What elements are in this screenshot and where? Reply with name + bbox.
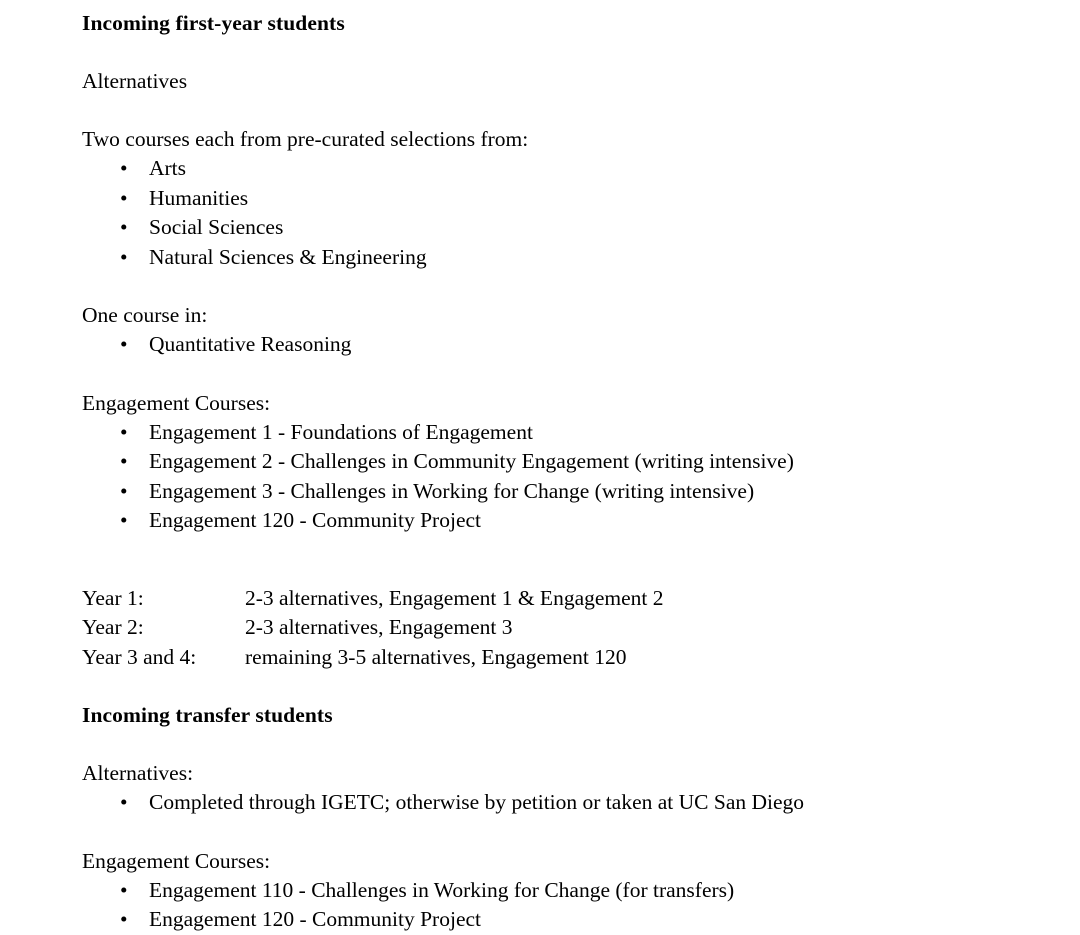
year-value: 2-3 alternatives, Engagement 1 & Engagem… — [245, 585, 664, 610]
year-value: remaining 3-5 alternatives, Engagement 1… — [245, 644, 627, 669]
list-quantitative-reasoning: • Quantitative Reasoning — [82, 330, 1040, 360]
bullet-icon: • — [120, 332, 128, 356]
list-item-label: Humanities — [149, 185, 249, 210]
year-plan-row: Year 3 and 4: remaining 3-5 alternatives,… — [82, 643, 1040, 673]
list-curated-areas: • Arts • Humanities • Social Sciences • … — [82, 154, 1040, 272]
paragraph-two-courses-intro: Two courses each from pre-curated select… — [82, 127, 529, 151]
paragraph-engagement-courses-label-transfer: Engagement Courses: — [82, 848, 271, 873]
list-item-label: Engagement 1 - Foundations of Engagement — [149, 419, 533, 444]
year-label: Year 1: — [82, 585, 144, 610]
paragraph-alternatives-label-transfer: Alternatives: — [82, 761, 194, 785]
list-item: • Quantitative Reasoning — [82, 330, 1040, 360]
bullet-icon: • — [120, 877, 128, 902]
year-label: Year 2: — [82, 615, 144, 639]
document-page: Incoming first-year students Alternative… — [0, 0, 1080, 931]
bullet-icon: • — [120, 907, 128, 931]
list-item: • Engagement 2 - Challenges in Community… — [82, 447, 1040, 477]
bullet-icon: • — [120, 419, 128, 444]
bullet-icon: • — [120, 478, 128, 503]
list-item: • Engagement 120 - Community Project — [82, 506, 1040, 536]
list-item-label: Engagement 3 - Challenges in Working for… — [149, 478, 755, 503]
list-item-label: Social Sciences — [149, 215, 284, 239]
bullet-icon: • — [120, 790, 128, 814]
list-item-label: Engagement 120 - Community Project — [149, 508, 482, 532]
list-item: • Completed through IGETC; otherwise by … — [82, 788, 1040, 818]
list-item-label: Natural Sciences & Engineering — [149, 244, 427, 269]
list-item: • Social Sciences — [82, 213, 1040, 243]
list-item: • Engagement 3 - Challenges in Working f… — [82, 477, 1040, 507]
paragraph-one-course-label: One course in: — [82, 303, 208, 327]
list-item-label: Engagement 2 - Challenges in Community E… — [149, 449, 794, 473]
list-item-label: Engagement 110 - Challenges in Working f… — [149, 877, 735, 902]
list-item: • Engagement 1 - Foundations of Engageme… — [82, 418, 1040, 448]
list-item-label: Arts — [149, 156, 187, 180]
list-item-label: Quantitative Reasoning — [149, 332, 352, 356]
year-label: Year 3 and 4: — [82, 644, 197, 669]
year-plan-table: Year 1: 2-3 alternatives, Engagement 1 & … — [82, 584, 1040, 673]
paragraph-engagement-courses-label: Engagement Courses: — [82, 390, 271, 415]
year-plan-row: Year 1: 2-3 alternatives, Engagement 1 & … — [82, 584, 1040, 614]
bullet-icon: • — [120, 185, 128, 210]
list-item-label: Engagement 120 - Community Project — [149, 907, 482, 931]
bullet-icon: • — [120, 244, 128, 269]
bullet-icon: • — [120, 508, 128, 532]
list-item: • Humanities — [82, 184, 1040, 214]
list-engagement-courses-first-year: • Engagement 1 - Foundations of Engageme… — [82, 418, 1040, 536]
list-alternatives-transfer: • Completed through IGETC; otherwise by … — [82, 788, 1040, 818]
document-body: Incoming first-year students Alternative… — [0, 0, 1080, 935]
year-plan-row: Year 2: 2-3 alternatives, Engagement 3 — [82, 613, 1040, 643]
list-item: • Natural Sciences & Engineering — [82, 243, 1040, 273]
section-heading-first-year: Incoming first-year students — [82, 11, 345, 35]
list-item: • Arts — [82, 154, 1040, 184]
list-item: • Engagement 110 - Challenges in Working… — [82, 876, 1040, 906]
year-value: 2-3 alternatives, Engagement 3 — [245, 615, 513, 639]
bullet-icon: • — [120, 156, 128, 180]
subheading-alternatives: Alternatives — [82, 69, 188, 93]
bullet-icon: • — [120, 449, 128, 473]
bullet-icon: • — [120, 215, 128, 239]
section-heading-transfer: Incoming transfer students — [82, 703, 333, 727]
list-engagement-courses-transfer: • Engagement 110 - Challenges in Working… — [82, 876, 1040, 935]
list-item: • Engagement 120 - Community Project — [82, 905, 1040, 935]
list-item-label: Completed through IGETC; otherwise by pe… — [149, 790, 805, 814]
